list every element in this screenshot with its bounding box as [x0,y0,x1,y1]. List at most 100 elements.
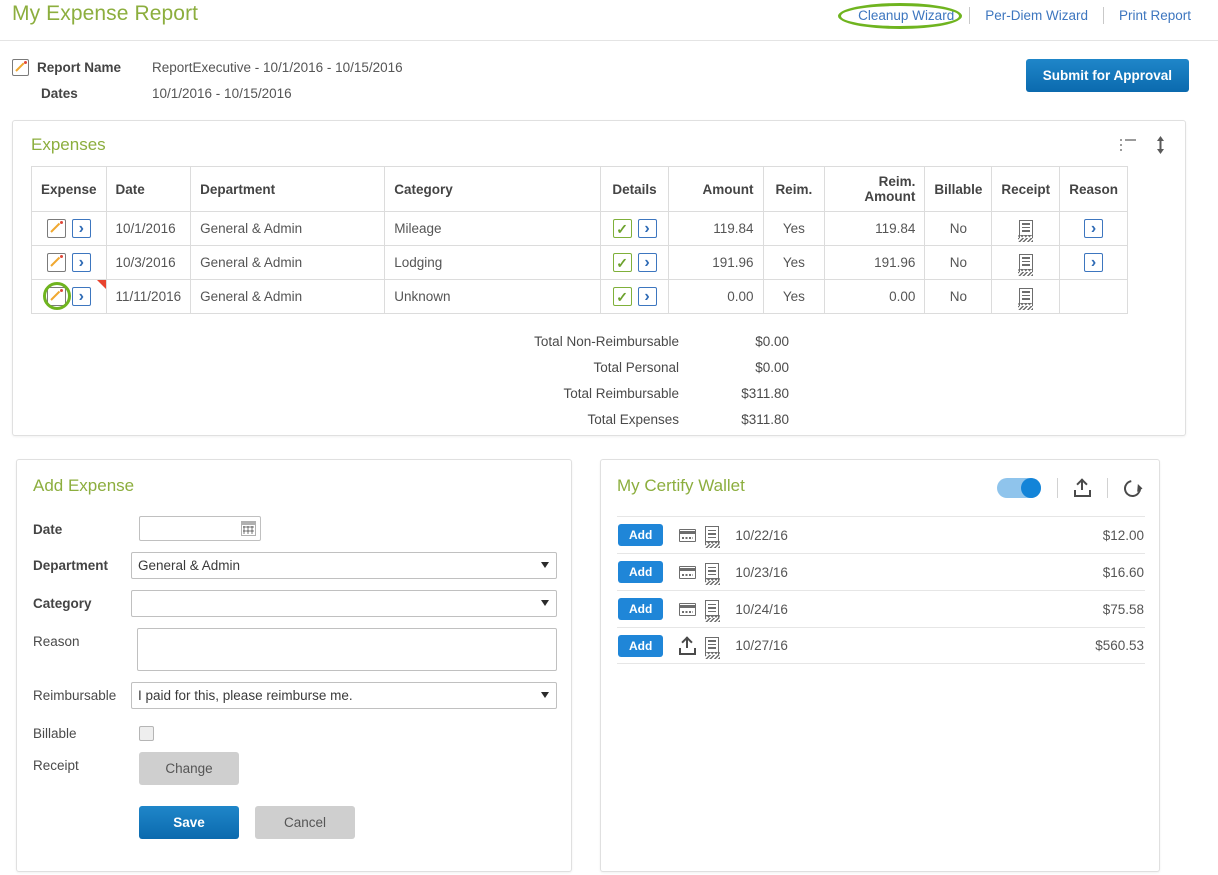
expenses-panel: Expenses Expense Date Department Categor… [12,120,1186,436]
cell-department: General & Admin [191,212,385,246]
wallet-amount: $16.60 [1103,565,1144,580]
wallet-amount: $560.53 [1095,638,1144,653]
total-value: $0.00 [679,334,789,349]
table-row: 10/3/2016General & AdminLodging191.96Yes… [32,246,1128,280]
details-icons [610,287,659,306]
credit-card-icon[interactable] [679,603,696,616]
calendar-icon[interactable] [241,521,256,536]
upload-source-icon[interactable] [679,637,696,655]
wallet-row: Add10/24/16$75.58 [617,590,1145,627]
refresh-icon[interactable] [1121,476,1145,500]
details-icons [610,253,659,272]
details-check-icon[interactable] [613,219,632,238]
department-select-wrapper [131,552,557,579]
credit-card-icon[interactable] [679,566,696,579]
edit-expense-icon[interactable] [47,219,66,238]
report-meta: Report Name ReportExecutive - 10/1/2016 … [12,54,403,106]
cell-billable: No [925,280,992,314]
cell-expense-actions [32,212,107,246]
col-date: Date [106,167,191,212]
table-header-row: Expense Date Department Category Details… [32,167,1128,212]
reason-open-icon[interactable] [1084,219,1103,238]
total-value: $311.80 [679,412,789,427]
reimbursable-select[interactable] [131,682,557,709]
reason-open-icon[interactable] [1084,253,1103,272]
add-wallet-item-button[interactable]: Add [618,598,663,620]
details-open-icon[interactable] [638,219,657,238]
report-name-row: Report Name ReportExecutive - 10/1/2016 … [12,54,403,80]
wallet-row-icons [679,526,719,544]
wallet-receipt-icon[interactable] [705,600,719,618]
cell-reim: Yes [763,212,825,246]
cell-amount: 0.00 [668,280,763,314]
total-row: Total Reimbursable$311.80 [13,380,1185,406]
wallet-toggle[interactable] [997,478,1041,498]
department-label: Department [33,552,131,573]
category-label: Category [33,590,131,611]
cell-reim-amount: 119.84 [825,212,925,246]
cell-category: Lodging [385,246,601,280]
wallet-row-icons [679,600,719,618]
credit-card-icon[interactable] [679,529,696,542]
col-department: Department [191,167,385,212]
cell-category: Mileage [385,212,601,246]
details-check-icon[interactable] [613,287,632,306]
reason-textarea[interactable] [137,628,557,671]
table-row: 11/11/2016General & AdminUnknown0.00Yes0… [32,280,1128,314]
link-cleanup-wizard[interactable]: Cleanup Wizard [843,8,969,23]
details-check-icon[interactable] [613,253,632,272]
change-receipt-button[interactable]: Change [139,752,239,785]
dates-label: Dates [12,86,152,101]
sort-vertical-icon[interactable] [1154,135,1167,155]
col-receipt: Receipt [992,167,1060,212]
department-select[interactable] [131,552,557,579]
save-button[interactable]: Save [139,806,239,839]
link-per-diem-wizard[interactable]: Per-Diem Wizard [970,8,1103,23]
expenses-toolbar [1120,135,1167,155]
add-wallet-item-button[interactable]: Add [618,635,663,657]
receipt-icon[interactable] [1019,288,1033,306]
total-label: Total Personal [13,360,679,375]
open-expense-icon[interactable] [72,219,91,238]
expenses-table: Expense Date Department Category Details… [31,166,1128,314]
category-select[interactable] [131,590,557,617]
field-date: Date [33,516,557,541]
field-department: Department [33,552,557,579]
dates-value: 10/1/2016 - 10/15/2016 [152,86,292,101]
wallet-receipt-icon[interactable] [705,563,719,581]
wallet-row: Add 10/27/16 $560.53 [617,627,1145,664]
billable-checkbox[interactable] [139,726,154,741]
cell-reim-amount: 0.00 [825,280,925,314]
page-title: My Expense Report [12,2,198,26]
category-select-wrapper [131,590,557,617]
wallet-row-icons [679,637,719,655]
add-wallet-item-button[interactable]: Add [618,524,663,546]
edit-pencil-icon[interactable] [12,59,29,76]
open-expense-icon[interactable] [72,253,91,272]
open-expense-icon[interactable] [72,287,91,306]
wallet-date: 10/22/16 [735,528,788,543]
total-label: Total Non-Reimbursable [13,334,679,349]
link-print-report[interactable]: Print Report [1104,8,1206,23]
edit-expense-icon[interactable] [47,287,66,306]
add-wallet-item-button[interactable]: Add [618,561,663,583]
page-header: My Expense Report Cleanup Wizard Per-Die… [0,0,1218,40]
details-icons [610,219,659,238]
upload-icon[interactable] [1074,479,1091,497]
col-reim-amount: Reim. Amount [825,167,925,212]
wallet-date: 10/27/16 [735,638,788,653]
wallet-receipt-icon[interactable] [705,526,719,544]
wallet-row: Add10/23/16$16.60 [617,553,1145,590]
cell-amount: 191.96 [668,246,763,280]
submit-for-approval-button[interactable]: Submit for Approval [1026,59,1189,92]
list-view-icon[interactable] [1120,139,1136,151]
cell-date: 10/3/2016 [106,246,191,280]
edit-expense-icon[interactable] [47,253,66,272]
expenses-title: Expenses [31,135,106,154]
wallet-receipt-icon[interactable] [705,637,719,655]
receipt-icon[interactable] [1019,254,1033,272]
receipt-icon[interactable] [1019,220,1033,238]
details-open-icon[interactable] [638,253,657,272]
details-open-icon[interactable] [638,287,657,306]
cancel-button[interactable]: Cancel [255,806,355,839]
